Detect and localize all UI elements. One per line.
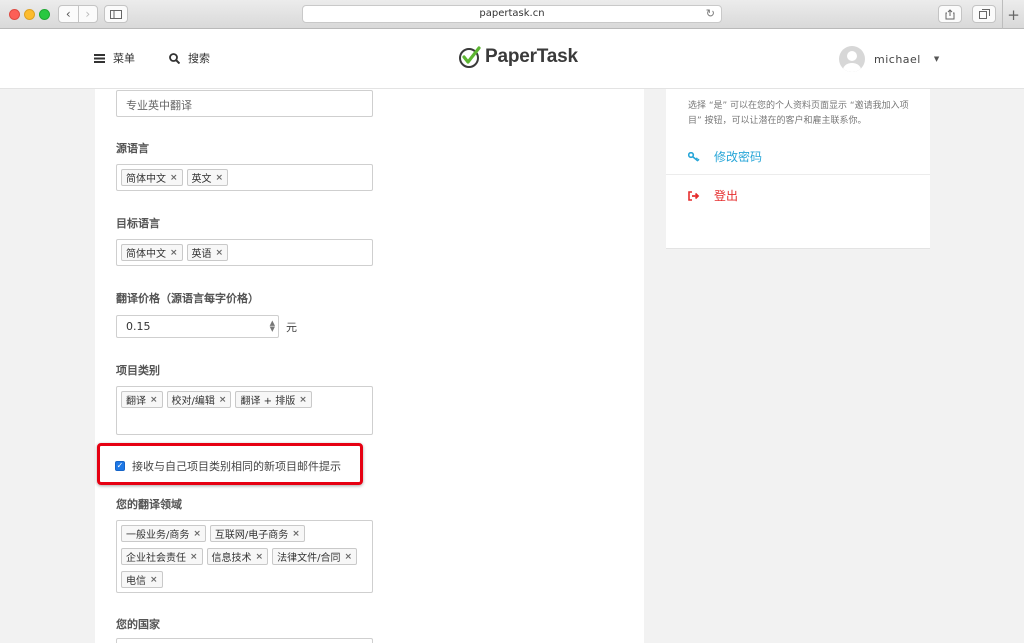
domains-input[interactable]: 一般业务/商务 × 互联网/电子商务 × 企业社会责任 × 信息技术 × 法律文件/合同… [116, 520, 373, 593]
target-language-label: 目标语言 [116, 217, 160, 230]
back-button[interactable]: ‹ [59, 6, 78, 22]
browser-toolbar: ‹ › papertask.cn ↻ + [0, 0, 1024, 29]
tag-domain[interactable]: 一般业务/商务 × [121, 525, 206, 542]
forward-button[interactable]: › [77, 6, 98, 22]
history-nav: ‹ › [58, 5, 98, 23]
menu-label: 菜单 [113, 52, 135, 65]
logo-text: PaperTask [485, 46, 578, 67]
profile-form: 专业英中翻译 源语言 简体中文 × 英文 × 目标语言 简体中文 × 英语 × 翻译价格… [95, 89, 644, 643]
remove-tag-icon[interactable]: × [256, 552, 264, 562]
username: michael [874, 52, 921, 66]
remove-tag-icon[interactable]: × [219, 395, 227, 405]
new-tab-button[interactable]: + [1002, 0, 1024, 29]
share-button[interactable] [938, 5, 962, 23]
price-input[interactable]: 0.15 ▲ ▼ [116, 315, 279, 338]
remove-tag-icon[interactable]: × [344, 552, 352, 562]
tag-project-category[interactable]: 翻译 × [121, 391, 163, 408]
logout-label: 登出 [714, 189, 739, 203]
logout-link[interactable]: 登出 [688, 187, 738, 204]
tag-domain[interactable]: 互联网/电子商务 × [209, 525, 305, 542]
title-field[interactable]: 专业英中翻译 [116, 90, 373, 117]
remove-tag-icon[interactable]: × [150, 395, 158, 405]
key-icon [688, 151, 700, 162]
tag-source-language[interactable]: 简体中文 × [121, 169, 183, 186]
target-language-input[interactable]: 简体中文 × 英语 × [116, 239, 373, 266]
minimize-window-button[interactable] [24, 9, 35, 20]
site-header: 菜单 搜索 PaperTask michael ▼ [0, 29, 1024, 89]
url-text: papertask.cn [479, 8, 545, 19]
remove-tag-icon[interactable]: × [299, 395, 307, 405]
avatar [839, 46, 865, 72]
search-label: 搜索 [188, 52, 210, 65]
checkmark-logo-icon [459, 46, 481, 68]
spinner-arrows-icon[interactable]: ▲ ▼ [270, 320, 275, 333]
menu-button[interactable]: 菜单 [94, 50, 135, 66]
country-label: 您的国家 [116, 618, 160, 631]
hamburger-icon [94, 53, 105, 63]
tabs-overview-button[interactable] [972, 5, 996, 23]
zoom-window-button[interactable] [39, 9, 50, 20]
share-icon [945, 8, 955, 19]
country-input[interactable] [116, 638, 373, 643]
invite-help-text: 选择 “是” 可以在您的个人资料页面显示 “邀请我加入项目” 按钮，可以让潜在的… [688, 101, 909, 126]
user-menu[interactable]: michael ▼ [839, 46, 939, 72]
remove-tag-icon[interactable]: × [216, 173, 224, 183]
remove-tag-icon[interactable]: × [292, 529, 300, 539]
project-category-input[interactable]: 翻译 × 校对/编辑 × 翻译 + 排版 × [116, 386, 373, 435]
reload-icon[interactable]: ↻ [706, 6, 715, 22]
remove-tag-icon[interactable]: × [170, 173, 178, 183]
source-language-label: 源语言 [116, 142, 149, 155]
sidebar-toggle-button[interactable] [104, 5, 128, 23]
sign-out-icon [688, 190, 700, 201]
remove-tag-icon[interactable]: × [193, 529, 201, 539]
change-password-label: 修改密码 [714, 150, 763, 164]
project-category-label: 项目类别 [116, 364, 160, 377]
price-label: 翻译价格（源语言每字价格） [116, 292, 259, 305]
tag-domain[interactable]: 法律文件/合同 × [272, 548, 358, 565]
remove-tag-icon[interactable]: × [190, 552, 198, 562]
search-icon [169, 52, 180, 64]
remove-tag-icon[interactable]: × [216, 248, 224, 258]
remove-tag-icon[interactable]: × [150, 575, 158, 585]
papertask-logo[interactable]: PaperTask [458, 45, 578, 69]
search-button[interactable]: 搜索 [169, 50, 210, 66]
source-language-input[interactable]: 简体中文 × 英文 × [116, 164, 373, 191]
tag-domain[interactable]: 信息技术 × [206, 548, 269, 565]
annotation-highlight-box [97, 443, 363, 485]
account-sidebar: 选择 “是” 可以在您的个人资料页面显示 “邀请我加入项目” 按钮，可以让潜在的… [666, 89, 930, 249]
tabs-icon [978, 9, 990, 19]
price-value: 0.15 [126, 320, 151, 333]
tag-target-language[interactable]: 英语 × [186, 244, 229, 261]
tag-project-category[interactable]: 翻译 + 排版 × [235, 391, 312, 408]
caret-down-icon: ▼ [933, 55, 940, 63]
divider [666, 174, 930, 175]
price-unit: 元 [286, 321, 297, 334]
tag-source-language[interactable]: 英文 × [186, 169, 229, 186]
change-password-link[interactable]: 修改密码 [688, 148, 762, 165]
domains-label: 您的翻译领域 [116, 498, 182, 511]
tag-project-category[interactable]: 校对/编辑 × [166, 391, 232, 408]
tag-domain[interactable]: 企业社会责任 × [121, 548, 203, 565]
tag-target-language[interactable]: 简体中文 × [121, 244, 183, 261]
address-bar[interactable]: papertask.cn ↻ [302, 5, 722, 23]
remove-tag-icon[interactable]: × [170, 248, 178, 258]
close-window-button[interactable] [9, 9, 20, 20]
sidebar-icon [110, 9, 122, 19]
tag-domain[interactable]: 电信 × [121, 571, 163, 588]
